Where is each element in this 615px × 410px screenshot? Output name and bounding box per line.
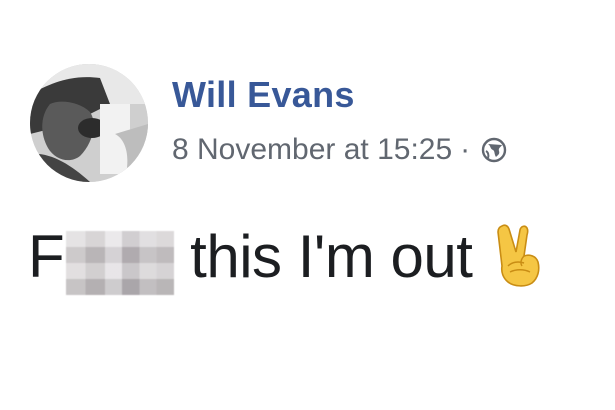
message-prefix: F [28,223,65,290]
victory-hand-emoji [494,222,544,288]
censored-word-blur [66,230,175,295]
post-message: F this I'm out [28,222,544,295]
message-text: this I'm out [190,223,473,290]
post-timestamp[interactable]: 8 November at 15:25 [172,133,452,167]
author-name[interactable]: Will Evans [172,74,355,116]
post-meta: 8 November at 15:25 · [172,133,508,167]
meta-separator: · [460,133,471,166]
globe-icon[interactable] [480,136,508,164]
post-card: Will Evans 8 November at 15:25 · F this … [0,0,615,410]
avatar-photo [30,64,148,182]
avatar[interactable] [30,64,148,182]
